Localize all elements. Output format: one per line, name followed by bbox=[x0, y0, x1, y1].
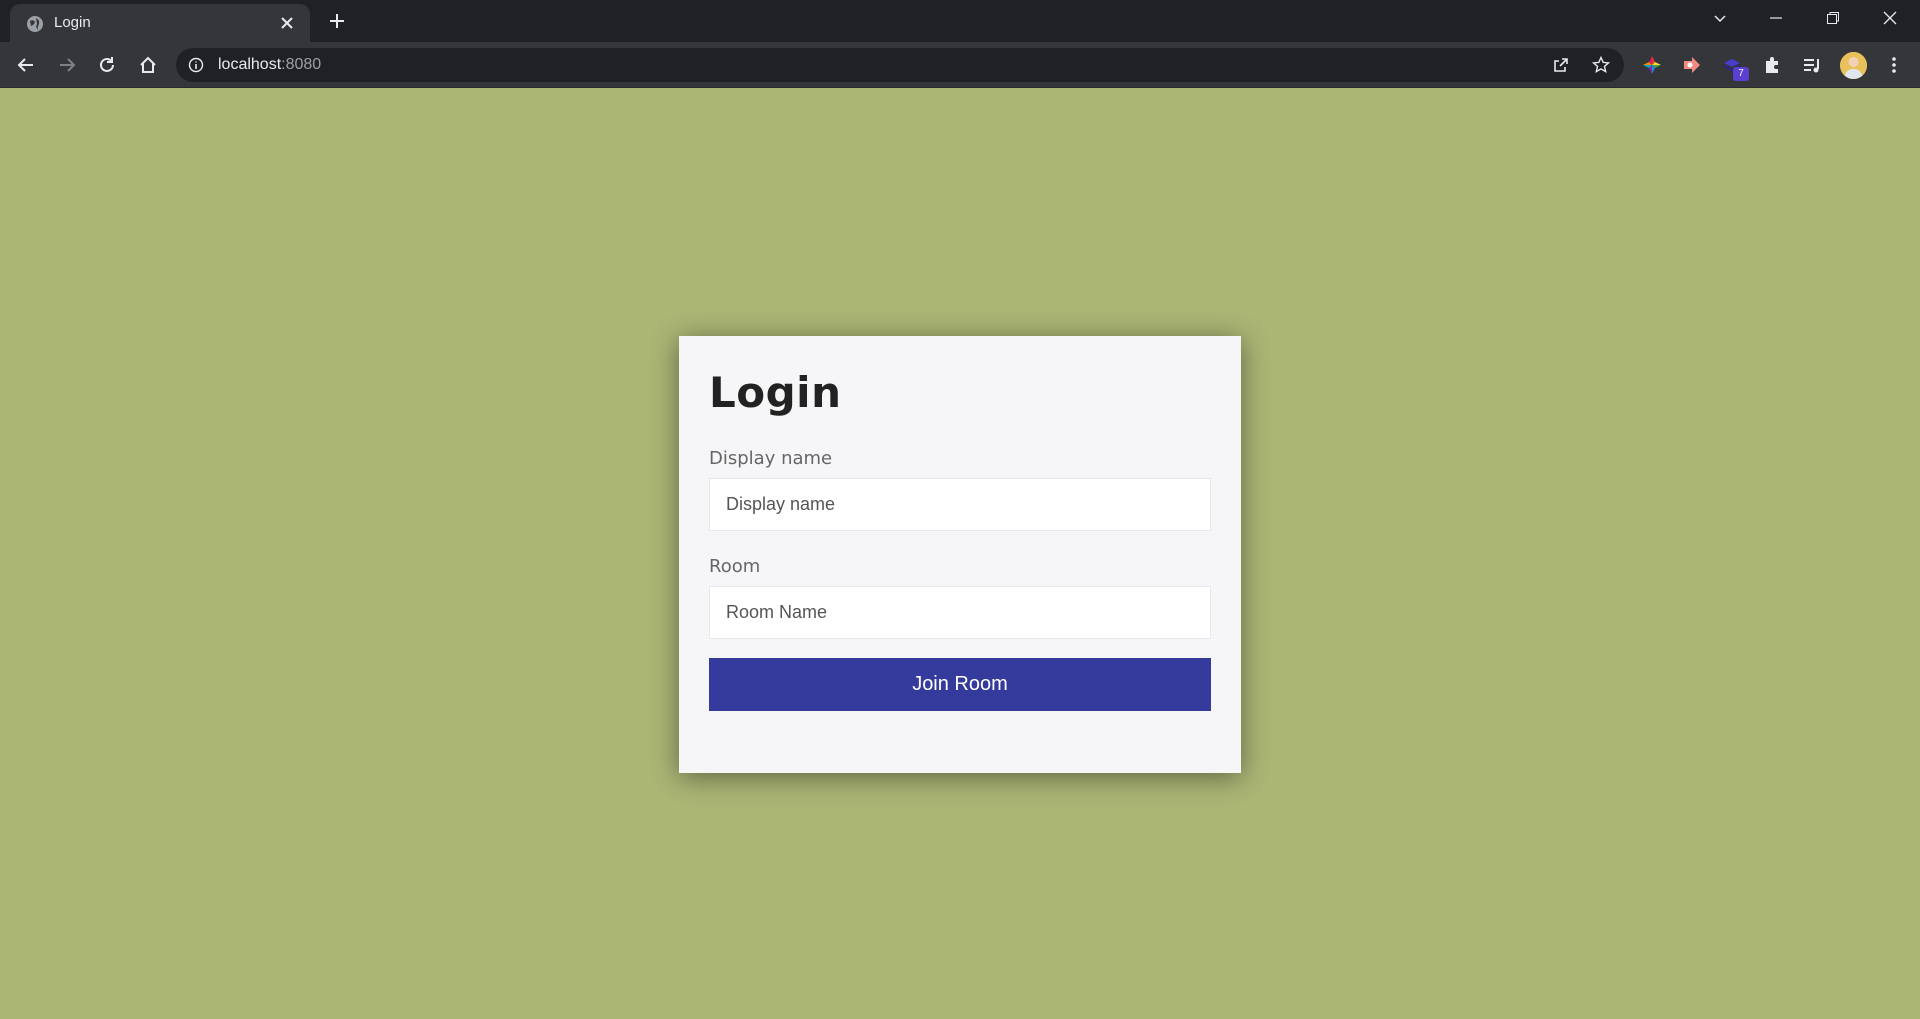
display-name-label: Display name bbox=[709, 448, 833, 469]
profile-avatar[interactable] bbox=[1840, 52, 1867, 79]
join-room-button[interactable]: Join Room bbox=[709, 658, 1211, 711]
address-bar[interactable]: localhost:8080 bbox=[176, 48, 1624, 82]
display-name-input[interactable] bbox=[709, 478, 1211, 531]
restore-icon[interactable] bbox=[1825, 10, 1841, 26]
tab-strip: Login bbox=[0, 0, 1920, 42]
close-window-icon[interactable] bbox=[1882, 10, 1898, 26]
tab-title: Login bbox=[54, 14, 91, 31]
globe-icon bbox=[27, 16, 43, 32]
share-icon[interactable] bbox=[1552, 56, 1570, 74]
extensions-puzzle-icon[interactable] bbox=[1762, 55, 1782, 75]
login-card: Login Display name Room Join Room bbox=[679, 336, 1241, 773]
page-background: Login Display name Room Join Room bbox=[0, 88, 1920, 1019]
minimize-icon[interactable] bbox=[1768, 10, 1784, 26]
home-icon[interactable] bbox=[138, 55, 158, 75]
login-heading: Login bbox=[709, 368, 842, 417]
url-port: :8080 bbox=[281, 56, 322, 73]
room-name-input[interactable] bbox=[709, 586, 1211, 639]
extension-badge: 7 bbox=[1733, 67, 1749, 81]
url-text: localhost:8080 bbox=[218, 56, 321, 74]
tab-search-icon[interactable] bbox=[1712, 10, 1728, 26]
color-extension-icon[interactable] bbox=[1642, 55, 1662, 75]
room-label: Room bbox=[709, 556, 761, 577]
browser-tab[interactable]: Login bbox=[10, 4, 310, 42]
close-tab-icon[interactable] bbox=[280, 16, 294, 30]
reload-icon[interactable] bbox=[97, 55, 117, 75]
browser-toolbar: localhost:8080 bbox=[0, 42, 1920, 88]
bookmark-star-icon[interactable] bbox=[1592, 56, 1610, 74]
more-menu-icon[interactable] bbox=[1884, 55, 1904, 75]
avatar-image bbox=[1840, 52, 1867, 79]
url-host: localhost bbox=[218, 56, 282, 73]
arrow-extension-icon[interactable] bbox=[1682, 55, 1702, 75]
new-tab-icon[interactable] bbox=[328, 12, 346, 30]
site-info-icon[interactable] bbox=[188, 57, 204, 73]
forward-icon[interactable] bbox=[57, 55, 77, 75]
back-icon[interactable] bbox=[16, 55, 36, 75]
media-controls-icon[interactable] bbox=[1802, 55, 1822, 75]
